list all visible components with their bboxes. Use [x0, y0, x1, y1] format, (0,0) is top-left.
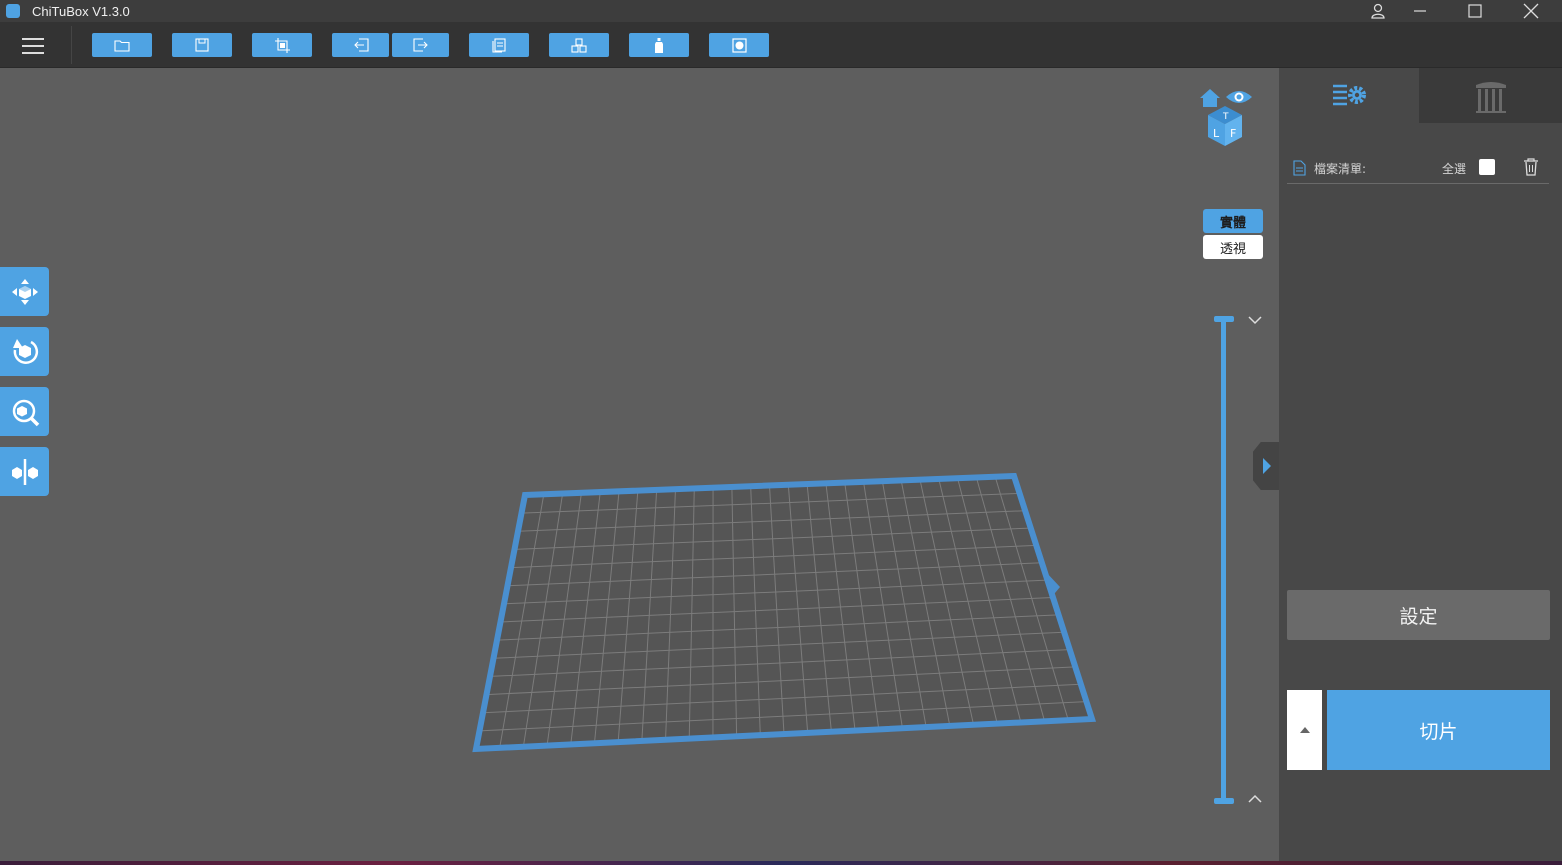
slice-button[interactable]: 切片 — [1327, 690, 1550, 770]
view-cube[interactable]: T L F — [1197, 86, 1257, 152]
slice-options-button[interactable] — [1287, 690, 1322, 770]
save-icon — [195, 38, 209, 52]
rotate-icon — [12, 338, 38, 364]
delete-button[interactable] — [1523, 158, 1539, 176]
eye-icon — [1226, 91, 1252, 103]
drill-button[interactable] — [709, 33, 769, 57]
title-bar: ChiTuBox V1.3.0 — [0, 0, 1562, 22]
scale-icon — [12, 399, 39, 426]
layer-slider-top-handle[interactable] — [1214, 316, 1234, 322]
maximize-button[interactable] — [1450, 0, 1500, 22]
mirror-icon — [11, 458, 38, 485]
svg-text:F: F — [1230, 127, 1236, 140]
folder-icon — [114, 39, 130, 52]
file-icon — [1293, 160, 1306, 176]
orientation-cube-icon: T L F — [1208, 106, 1242, 146]
settings-list-icon — [1333, 84, 1366, 105]
layer-down-button[interactable] — [1247, 314, 1263, 326]
file-list-header: 檔案清單: 全選 — [1287, 153, 1549, 184]
layer-slider-track[interactable] — [1221, 318, 1226, 802]
app-logo-icon — [6, 4, 20, 18]
crop-button[interactable] — [252, 33, 312, 57]
cubes-icon — [571, 37, 587, 53]
window-title: ChiTuBox V1.3.0 — [32, 3, 130, 19]
copy-button[interactable] — [469, 33, 529, 57]
build-plate — [472, 473, 1097, 753]
menu-icon — [22, 38, 44, 40]
close-button[interactable] — [1506, 0, 1556, 22]
open-file-button[interactable] — [92, 33, 152, 57]
user-icon — [1371, 3, 1385, 19]
save-button[interactable] — [172, 33, 232, 57]
tab-settings[interactable] — [1279, 68, 1419, 123]
trash-icon — [1524, 158, 1538, 176]
copy-icon — [492, 37, 506, 53]
undo-button[interactable] — [332, 33, 389, 57]
solid-mode-button[interactable]: 實體 — [1203, 209, 1263, 233]
tab-supports[interactable] — [1419, 68, 1562, 123]
square-hole-icon — [731, 37, 747, 53]
settings-button[interactable]: 設定 — [1287, 590, 1550, 640]
move-tool-button[interactable] — [0, 267, 49, 316]
move-icon — [11, 278, 38, 305]
layer-up-button[interactable] — [1247, 793, 1263, 805]
auto-layout-button[interactable] — [549, 33, 609, 57]
layer-slider-bottom-handle[interactable] — [1214, 798, 1234, 804]
chevron-down-icon — [1248, 316, 1262, 325]
hollow-button[interactable] — [629, 33, 689, 57]
scale-tool-button[interactable] — [0, 387, 49, 436]
bottle-icon — [655, 37, 663, 53]
xray-mode-button[interactable]: 透視 — [1203, 235, 1263, 259]
chevron-up-icon — [1248, 794, 1262, 803]
minimize-icon — [1414, 10, 1426, 12]
triangle-right-icon — [1263, 458, 1271, 474]
redo-icon — [412, 38, 428, 52]
toolbar-divider — [71, 26, 72, 64]
svg-text:T: T — [1222, 112, 1229, 122]
taskbar-edge — [0, 861, 1562, 865]
maximize-icon — [1468, 4, 1482, 18]
supports-icon — [1475, 81, 1506, 113]
svg-text:L: L — [1213, 127, 1220, 140]
select-all-label: 全選 — [1442, 161, 1467, 176]
file-list-label: 檔案清單: — [1314, 161, 1367, 176]
hamburger-menu-button[interactable] — [22, 35, 44, 55]
caret-up-icon — [1299, 727, 1310, 733]
crop-icon — [274, 37, 290, 53]
select-all-checkbox[interactable] — [1479, 159, 1495, 175]
minimize-button[interactable] — [1395, 0, 1445, 22]
redo-button[interactable] — [392, 33, 449, 57]
main-toolbar — [0, 22, 1562, 68]
close-icon — [1523, 3, 1539, 19]
undo-icon — [353, 38, 369, 52]
3d-viewport[interactable] — [0, 68, 1279, 865]
mirror-tool-button[interactable] — [0, 447, 49, 496]
rotate-tool-button[interactable] — [0, 327, 49, 376]
panel-collapse-button[interactable] — [1253, 442, 1279, 490]
